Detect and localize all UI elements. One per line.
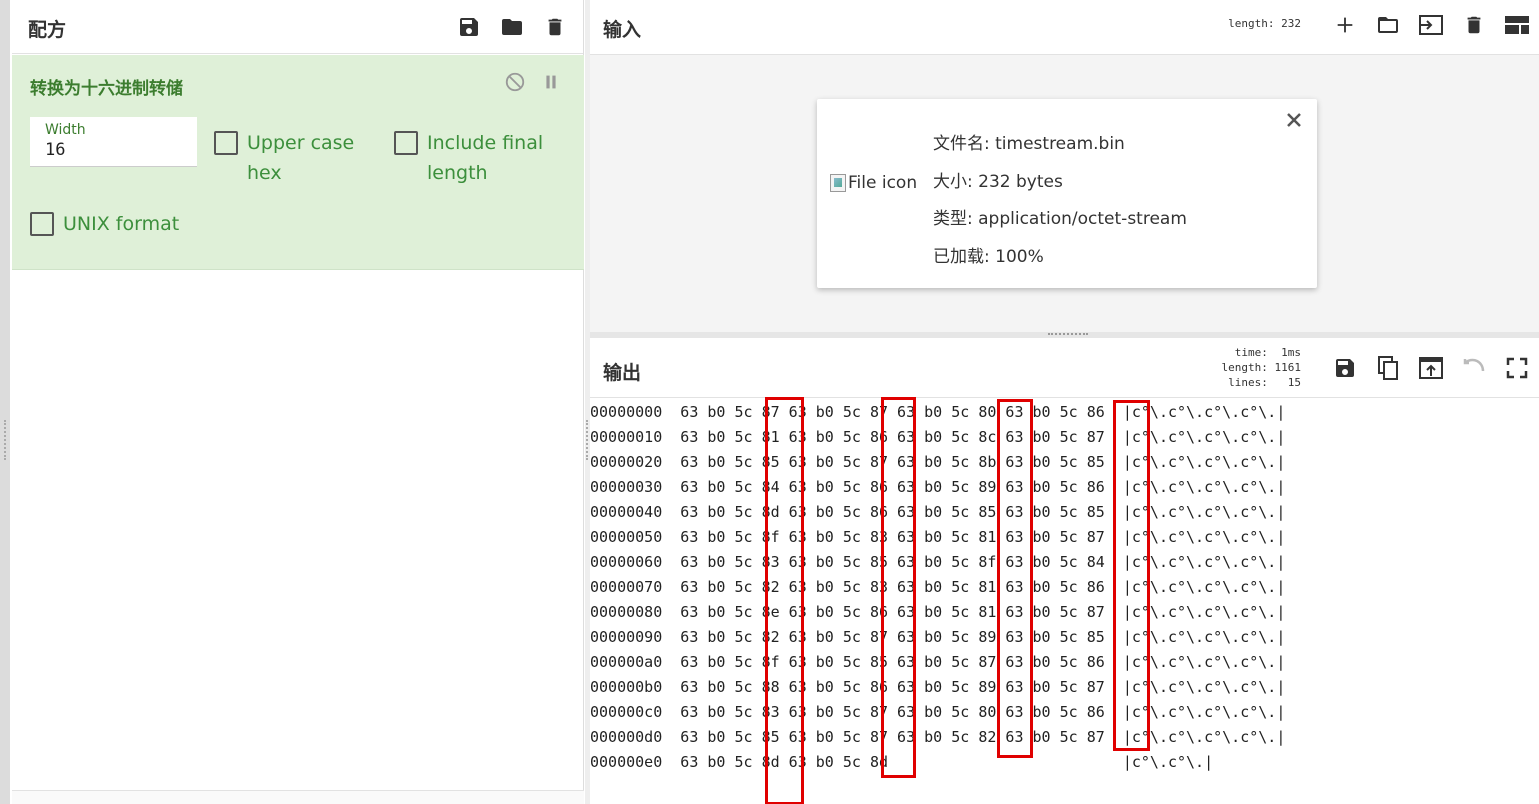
checkbox-box[interactable] <box>394 131 418 155</box>
file-loaded-value: 100% <box>995 246 1044 267</box>
broken-image-icon <box>830 174 846 192</box>
file-size-value: 232 bytes <box>978 171 1063 192</box>
maximize-icon[interactable] <box>1502 353 1531 382</box>
folder-icon[interactable] <box>1373 10 1402 39</box>
operation-title: 转换为十六进制转储 <box>30 79 183 99</box>
trash-icon[interactable] <box>540 12 569 41</box>
hexdump-line: 000000b0 63 b0 5c 88 63 b0 5c 86 63 b0 5… <box>590 678 1286 696</box>
cyberchef-app: 配方 转换为十六进制转储 Width 16 Upper case hex Inc… <box>0 0 1539 804</box>
highlight-column-4 <box>765 397 804 804</box>
hexdump-line: 00000080 63 b0 5c 8e 63 b0 5c 86 63 b0 5… <box>590 603 1286 621</box>
file-loaded-row: 已加载: 100% <box>933 239 1187 277</box>
hexdump-line: 00000070 63 b0 5c 82 63 b0 5c 83 63 b0 5… <box>590 578 1286 596</box>
hexdump-line: 00000090 63 b0 5c 82 63 b0 5c 87 63 b0 5… <box>590 628 1286 646</box>
hexdump-line: 000000e0 63 b0 5c 8d 63 b0 5c 8d |c°\.c°… <box>590 753 1214 771</box>
file-icon: File icon <box>830 173 917 193</box>
layout-icon[interactable] <box>1502 10 1531 39</box>
hexdump-line: 00000000 63 b0 5c 87 63 b0 5c 87 63 b0 5… <box>590 403 1286 421</box>
length-value: 1161 <box>1274 361 1302 374</box>
width-label: Width <box>45 122 86 138</box>
save-icon[interactable] <box>1330 353 1359 382</box>
include-final-length-checkbox[interactable]: Include final length <box>394 131 564 188</box>
plus-icon[interactable] <box>1330 10 1359 39</box>
disable-icon[interactable] <box>504 71 526 93</box>
checkbox-label: UNIX format <box>63 213 180 235</box>
input-header: 输入 length: 232 <box>590 0 1539 55</box>
highlight-column-16 <box>1113 400 1150 751</box>
replace-input-icon[interactable] <box>1416 353 1445 382</box>
undo-icon[interactable] <box>1459 353 1488 382</box>
lines-stat: lines: 15 <box>1222 375 1301 390</box>
recipe-panel: 配方 转换为十六进制转储 Width 16 Upper case hex Inc… <box>12 0 584 804</box>
file-type-value: application/octet-stream <box>978 209 1187 229</box>
file-icon-alt: File icon <box>848 173 918 193</box>
width-field[interactable]: Width 16 <box>30 117 197 167</box>
file-name-row: 文件名: timestream.bin <box>933 126 1187 164</box>
hexdump-line: 00000020 63 b0 5c 85 63 b0 5c 87 63 b0 5… <box>590 453 1286 471</box>
highlight-column-12 <box>997 399 1033 758</box>
checkbox-box[interactable] <box>30 212 54 236</box>
input-panel: 输入 length: 232 File icon 文件名: timestream… <box>590 0 1539 332</box>
output-stats: time: 1ms length: 1161 lines: 15 <box>1222 345 1301 390</box>
upper-case-hex-checkbox[interactable]: Upper case hex <box>214 131 374 188</box>
close-icon[interactable] <box>1284 110 1304 130</box>
recipe-header: 配方 <box>12 0 583 54</box>
checkbox-label: Upper case hex <box>247 132 355 184</box>
recipe-footer <box>12 790 584 804</box>
highlight-column-8 <box>881 397 916 778</box>
output-title: 输出 <box>603 362 642 384</box>
file-name-value: timestream.bin <box>995 134 1125 154</box>
left-edge-strip <box>0 0 10 804</box>
output-panel: 输出 time: 1ms length: 1161 lines: 15 0000… <box>590 338 1539 804</box>
length-label: length: <box>1228 17 1275 30</box>
time-stat: time: 1ms <box>1222 345 1301 360</box>
file-details-card: File icon 文件名: timestream.bin 大小: 232 by… <box>817 99 1317 288</box>
operation-to-hexdump[interactable]: 转换为十六进制转储 Width 16 Upper case hex Includ… <box>12 55 584 270</box>
file-type-label: 类型: <box>933 209 973 229</box>
hexdump-line: 000000d0 63 b0 5c 85 63 b0 5c 87 63 b0 5… <box>590 728 1286 746</box>
input-title: 输入 <box>603 19 642 41</box>
import-icon[interactable] <box>1416 10 1445 39</box>
width-input[interactable]: 16 <box>45 140 65 160</box>
hexdump-line: 00000040 63 b0 5c 8d 63 b0 5c 86 63 b0 5… <box>590 503 1286 521</box>
time-label: time: <box>1234 346 1268 359</box>
length-stat: length: 1161 <box>1222 360 1301 375</box>
hexdump-line: 00000060 63 b0 5c 83 63 b0 5c 85 63 b0 5… <box>590 553 1286 571</box>
file-size-label: 大小: <box>933 171 973 192</box>
length-label: length: <box>1221 361 1268 374</box>
output-header: 输出 time: 1ms length: 1161 lines: 15 <box>590 338 1539 398</box>
trash-icon[interactable] <box>1459 10 1488 39</box>
file-type-row: 类型: application/octet-stream <box>933 201 1187 239</box>
output-text[interactable]: 00000000 63 b0 5c 87 63 b0 5c 87 63 b0 5… <box>590 400 1285 775</box>
hexdump-line: 00000030 63 b0 5c 84 63 b0 5c 86 63 b0 5… <box>590 478 1286 496</box>
column-resize-handle[interactable] <box>586 420 589 460</box>
folder-icon[interactable] <box>497 12 526 41</box>
unix-format-checkbox[interactable]: UNIX format <box>30 212 250 239</box>
recipe-title: 配方 <box>28 19 67 41</box>
checkbox-box[interactable] <box>214 131 238 155</box>
save-icon[interactable] <box>454 12 483 41</box>
checkbox-label: Include final length <box>427 132 544 184</box>
divider-grip[interactable] <box>1048 333 1088 336</box>
lines-value: 15 <box>1287 376 1301 389</box>
hexdump-line: 00000050 63 b0 5c 8f 63 b0 5c 83 63 b0 5… <box>590 528 1286 546</box>
pause-icon[interactable] <box>540 71 562 93</box>
hexdump-line: 000000a0 63 b0 5c 8f 63 b0 5c 85 63 b0 5… <box>590 653 1286 671</box>
file-info: 文件名: timestream.bin 大小: 232 bytes 类型: ap… <box>933 126 1187 276</box>
input-length: length: 232 <box>1228 16 1301 31</box>
lines-label: lines: <box>1228 376 1268 389</box>
file-name-label: 文件名: <box>933 134 990 154</box>
hexdump-line: 00000010 63 b0 5c 81 63 b0 5c 86 63 b0 5… <box>590 428 1286 446</box>
file-loaded-label: 已加载: <box>933 246 990 267</box>
copy-icon[interactable] <box>1373 353 1402 382</box>
length-value: 232 <box>1281 17 1301 30</box>
time-value: 1ms <box>1281 346 1301 359</box>
resize-handle[interactable] <box>4 420 6 460</box>
file-size-row: 大小: 232 bytes <box>933 164 1187 202</box>
hexdump-line: 000000c0 63 b0 5c 83 63 b0 5c 87 63 b0 5… <box>590 703 1286 721</box>
